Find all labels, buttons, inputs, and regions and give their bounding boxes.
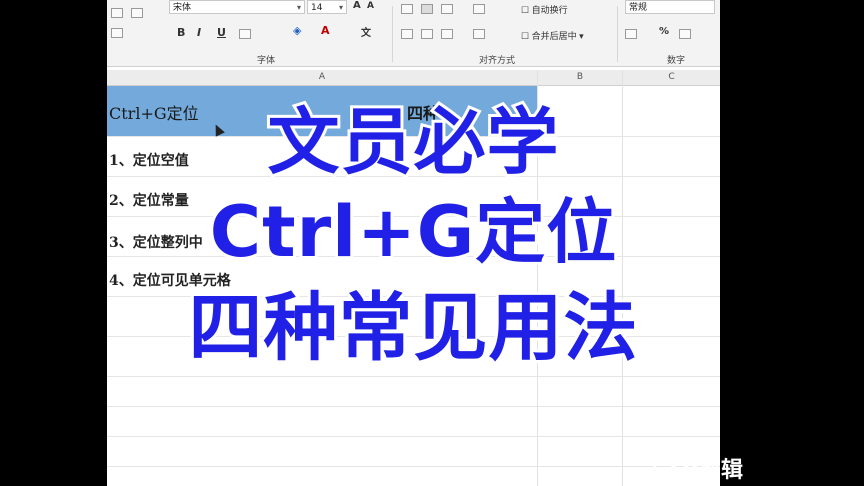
align-left-icon[interactable] bbox=[401, 29, 413, 39]
column-header-a[interactable]: A bbox=[107, 70, 537, 86]
gridline bbox=[107, 436, 720, 437]
wrap-text-button[interactable]: ☐ 自动换行 bbox=[521, 3, 568, 16]
font-size-select[interactable]: 14 ▾ bbox=[307, 0, 347, 14]
indent-icon[interactable] bbox=[473, 29, 485, 39]
ribbon-divider bbox=[617, 6, 618, 62]
column-header-b[interactable]: B bbox=[538, 70, 622, 86]
overlay-title-line-3: 四种常见用法 bbox=[186, 282, 641, 374]
decrease-font-icon[interactable]: A bbox=[367, 1, 374, 11]
alignment-group-label: 对齐方式 bbox=[479, 56, 516, 66]
font-name-select[interactable]: 宋体 ▾ bbox=[169, 0, 305, 14]
border-icon[interactable] bbox=[239, 29, 251, 39]
align-center-icon[interactable] bbox=[421, 29, 433, 39]
gridline bbox=[107, 406, 720, 407]
number-format-value: 常规 bbox=[629, 3, 648, 13]
align-middle-icon[interactable] bbox=[421, 4, 433, 14]
gridline bbox=[107, 376, 720, 377]
increase-font-icon[interactable]: A bbox=[353, 0, 361, 11]
align-bottom-icon[interactable] bbox=[441, 4, 453, 14]
format-painter-icon[interactable] bbox=[111, 28, 123, 38]
merge-center-button[interactable]: ☐ 合并后居中 ▾ bbox=[521, 29, 584, 42]
align-top-icon[interactable] bbox=[401, 4, 413, 14]
wrap-text-label: 自动换行 bbox=[531, 5, 568, 15]
paste-icon[interactable] bbox=[111, 8, 123, 18]
accounting-format-icon[interactable] bbox=[625, 29, 637, 39]
comma-style-icon[interactable] bbox=[679, 29, 691, 39]
number-format-select[interactable]: 常规 bbox=[625, 0, 715, 14]
phonetic-icon[interactable]: 文 bbox=[361, 24, 371, 39]
ribbon-toolbar: 宋体 ▾ 14 ▾ A A B I U ◈ A 文 字体 ☐ 自动换行 ☐ 合并… bbox=[107, 0, 720, 67]
chevron-down-icon: ▾ bbox=[338, 3, 343, 12]
overlay-title-line-2: Ctrl+G定位 bbox=[207, 188, 619, 276]
align-right-icon[interactable] bbox=[441, 29, 453, 39]
font-name-value: 宋体 bbox=[173, 3, 192, 13]
bold-button[interactable]: B bbox=[177, 26, 185, 39]
font-color-icon[interactable]: A bbox=[321, 24, 330, 37]
font-size-value: 14 bbox=[311, 3, 323, 13]
column-header-c[interactable]: C bbox=[623, 70, 720, 86]
number-group-label: 数字 bbox=[667, 56, 686, 66]
fill-color-icon[interactable]: ◈ bbox=[293, 24, 301, 37]
font-group-label: 字体 bbox=[257, 56, 276, 66]
watermark-text: V剪辑 bbox=[682, 458, 744, 483]
gridline bbox=[107, 466, 720, 467]
italic-button[interactable]: I bbox=[197, 26, 201, 39]
copy-icon[interactable] bbox=[131, 8, 143, 18]
orientation-icon[interactable] bbox=[473, 4, 485, 14]
overlay-title-line-1: 文员必学 bbox=[264, 97, 561, 187]
watermark: V剪辑 bbox=[652, 452, 822, 483]
play-logo-icon bbox=[653, 456, 677, 478]
percent-button[interactable]: % bbox=[659, 26, 669, 37]
ribbon-divider bbox=[392, 6, 393, 62]
chevron-down-icon: ▾ bbox=[296, 3, 301, 12]
merge-center-label: 合并后居中 bbox=[531, 31, 577, 41]
underline-button[interactable]: U bbox=[217, 26, 226, 39]
